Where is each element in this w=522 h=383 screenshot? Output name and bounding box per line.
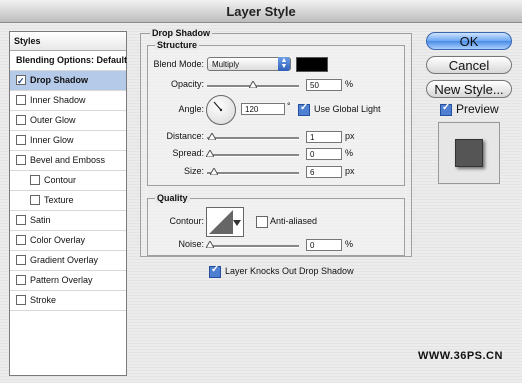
- style-item-label: Inner Glow: [30, 135, 74, 145]
- size-field[interactable]: 6: [306, 166, 342, 178]
- style-item-blending-options[interactable]: Blending Options: Default: [10, 51, 127, 71]
- style-item-label: Blending Options: Default: [16, 55, 127, 65]
- preview-swatch: [455, 139, 483, 167]
- style-item-label: Stroke: [30, 295, 57, 305]
- opacity-field[interactable]: 50: [306, 79, 342, 91]
- drop-shadow-title: Drop Shadow: [150, 28, 212, 38]
- style-item-label: Satin: [30, 215, 51, 225]
- use-global-light-checkbox[interactable]: [298, 102, 310, 116]
- noise-slider[interactable]: [206, 241, 299, 248]
- checkbox-drop-shadow[interactable]: [16, 72, 26, 91]
- style-item-label: Color Overlay: [30, 235, 86, 245]
- style-item-pattern-overlay[interactable]: Pattern Overlay: [10, 271, 126, 291]
- checkbox-satin[interactable]: [16, 214, 26, 225]
- quality-title: Quality: [155, 193, 190, 203]
- size-slider[interactable]: [207, 168, 299, 175]
- contour-picker[interactable]: [206, 207, 244, 237]
- preview-label: Preview: [456, 102, 499, 116]
- window-title: Layer Style: [226, 4, 296, 19]
- watermark-text: WWW.36PS.CN: [418, 350, 503, 362]
- blend-mode-value: Multiply: [212, 60, 240, 69]
- style-item-stroke[interactable]: Stroke: [10, 291, 126, 311]
- checkbox-texture[interactable]: [30, 194, 40, 205]
- blend-mode-label: Blend Mode:: [153, 59, 204, 69]
- style-item-outer-glow[interactable]: Outer Glow: [10, 111, 126, 131]
- styles-header[interactable]: Styles: [10, 32, 126, 51]
- style-item-label: Contour: [44, 175, 77, 185]
- noise-label: Noise:: [178, 239, 204, 249]
- style-item-inner-shadow[interactable]: Inner Shadow: [10, 91, 126, 111]
- distance-unit: px: [345, 131, 355, 141]
- distance-field[interactable]: 1: [306, 131, 342, 143]
- size-unit: px: [345, 166, 355, 176]
- checkbox-gradient-overlay[interactable]: [16, 254, 26, 265]
- anti-aliased-label: Anti-aliased: [270, 216, 318, 226]
- styles-list: Styles Blending Options: Default Drop Sh…: [9, 31, 127, 376]
- noise-slider-thumb[interactable]: [206, 241, 214, 248]
- opacity-label: Opacity:: [170, 79, 204, 89]
- distance-slider[interactable]: [207, 133, 299, 140]
- spread-field[interactable]: 0: [306, 148, 342, 160]
- style-item-label: Pattern Overlay: [30, 275, 93, 285]
- spread-slider-thumb[interactable]: [206, 150, 214, 157]
- contour-label: Contour:: [169, 216, 204, 226]
- style-item-label: Outer Glow: [30, 115, 76, 125]
- style-item-color-overlay[interactable]: Color Overlay: [10, 231, 126, 251]
- new-style-button[interactable]: New Style...: [426, 80, 512, 98]
- select-arrows-icon: ▲ ▼: [278, 57, 290, 71]
- checkbox-contour[interactable]: [30, 174, 40, 185]
- spread-unit: %: [345, 148, 354, 158]
- style-item-bevel-emboss[interactable]: Bevel and Emboss: [10, 151, 126, 171]
- noise-field[interactable]: 0: [306, 239, 342, 251]
- preview-thumbnail: [438, 122, 500, 184]
- distance-slider-thumb[interactable]: [208, 133, 216, 140]
- style-item-contour[interactable]: Contour: [10, 171, 126, 191]
- checkbox-outer-glow[interactable]: [16, 114, 26, 125]
- shadow-color-swatch[interactable]: [296, 57, 328, 72]
- title-bar: Layer Style: [0, 0, 522, 23]
- opacity-slider[interactable]: [207, 81, 299, 88]
- checkbox-inner-glow[interactable]: [16, 134, 26, 145]
- layer-knocks-out-label: Layer Knocks Out Drop Shadow: [225, 266, 354, 276]
- use-global-light-label: Use Global Light: [314, 104, 381, 114]
- noise-unit: %: [345, 239, 354, 249]
- checkbox-color-overlay[interactable]: [16, 234, 26, 245]
- preview-checkbox[interactable]: [440, 102, 452, 116]
- spread-label: Spread:: [172, 148, 204, 158]
- structure-title: Structure: [155, 40, 200, 50]
- spread-slider[interactable]: [206, 150, 299, 157]
- style-item-satin[interactable]: Satin: [10, 211, 126, 231]
- checkbox-pattern-overlay[interactable]: [16, 274, 26, 285]
- angle-unit: °: [287, 101, 291, 111]
- style-item-label: Texture: [44, 195, 74, 205]
- size-slider-thumb[interactable]: [210, 168, 218, 175]
- opacity-slider-thumb[interactable]: [249, 81, 257, 88]
- style-item-gradient-overlay[interactable]: Gradient Overlay: [10, 251, 126, 271]
- angle-label: Angle:: [178, 104, 204, 114]
- checkbox-stroke[interactable]: [16, 294, 26, 305]
- angle-dial-needle-icon: [213, 101, 223, 112]
- anti-aliased-checkbox[interactable]: [256, 216, 268, 228]
- style-item-inner-glow[interactable]: Inner Glow: [10, 131, 126, 151]
- angle-dial[interactable]: [206, 95, 236, 125]
- cancel-button[interactable]: Cancel: [426, 56, 512, 74]
- size-label: Size:: [183, 166, 204, 176]
- checkbox-inner-shadow[interactable]: [16, 94, 26, 105]
- distance-label: Distance:: [166, 131, 204, 141]
- style-item-label: Bevel and Emboss: [30, 155, 106, 165]
- style-item-drop-shadow[interactable]: Drop Shadow: [10, 71, 126, 91]
- opacity-unit: %: [345, 79, 354, 89]
- style-item-texture[interactable]: Texture: [10, 191, 126, 211]
- checkbox-bevel-emboss[interactable]: [16, 154, 26, 165]
- style-item-label: Drop Shadow: [30, 75, 88, 85]
- ok-button[interactable]: OK: [426, 32, 512, 50]
- contour-curve-icon: [209, 210, 241, 234]
- angle-field[interactable]: 120: [241, 103, 285, 115]
- style-item-label: Gradient Overlay: [30, 255, 99, 265]
- blend-mode-select[interactable]: Multiply ▲ ▼: [207, 57, 291, 71]
- style-item-label: Inner Shadow: [30, 95, 86, 105]
- layer-knocks-out-checkbox[interactable]: [209, 264, 221, 278]
